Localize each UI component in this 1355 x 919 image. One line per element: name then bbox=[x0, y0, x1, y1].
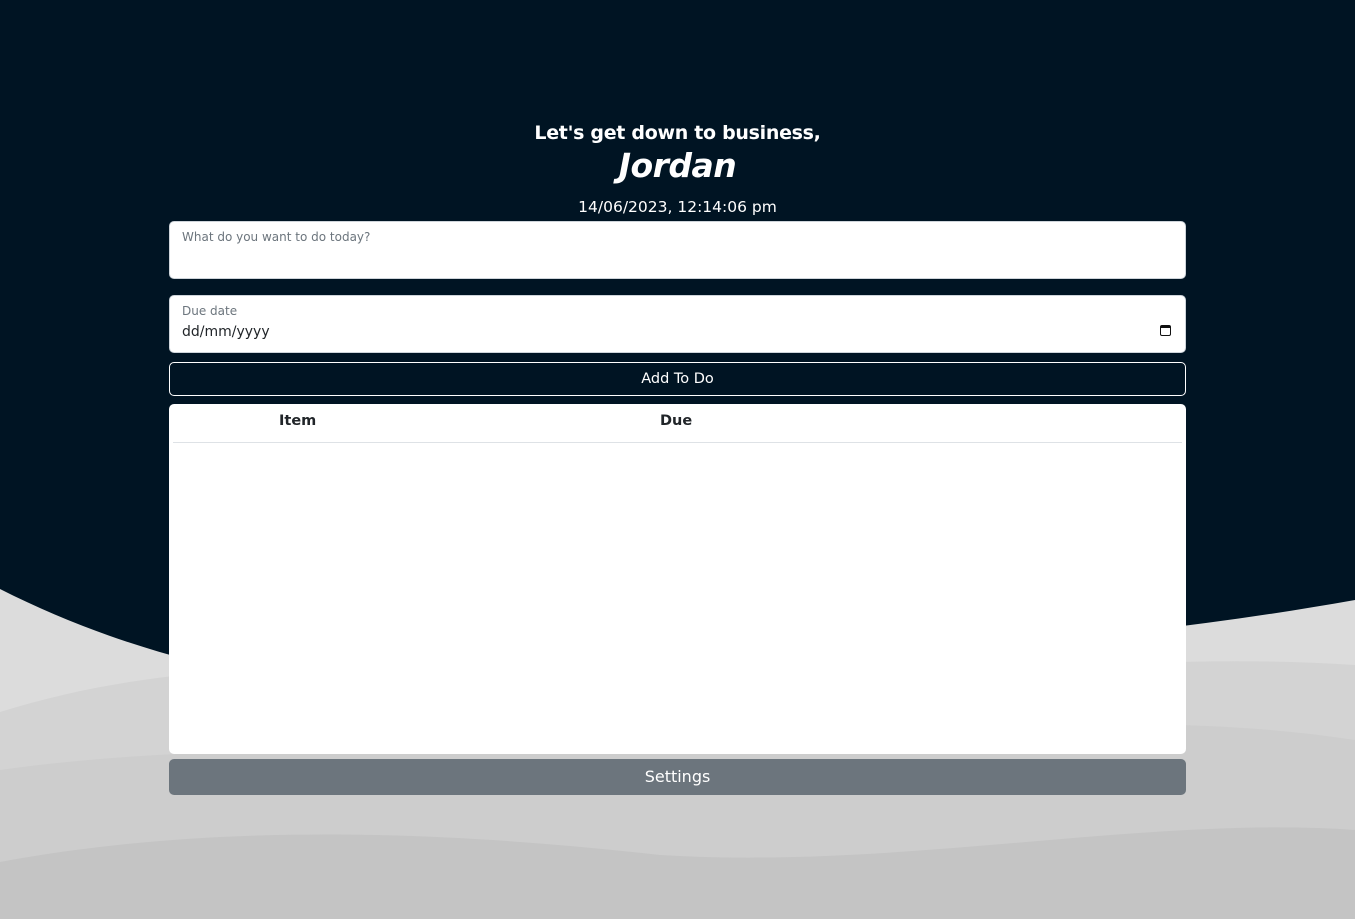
todo-table: Item Due bbox=[169, 404, 1186, 754]
table-header-row: Item Due bbox=[173, 404, 1182, 443]
calendar-icon[interactable] bbox=[1160, 325, 1171, 336]
greeting-text: Let's get down to business, bbox=[534, 122, 821, 144]
task-input-field[interactable]: What do you want to do today? bbox=[169, 221, 1186, 279]
task-input[interactable] bbox=[182, 250, 1173, 272]
current-datetime: 14/06/2023, 12:14:06 pm bbox=[578, 198, 777, 216]
column-header-item[interactable]: Item bbox=[279, 413, 316, 429]
due-date-input[interactable]: dd/mm/yyyy bbox=[182, 324, 270, 340]
task-input-label: What do you want to do today? bbox=[182, 230, 371, 244]
due-date-field[interactable]: Due date dd/mm/yyyy bbox=[169, 295, 1186, 353]
column-header-due[interactable]: Due bbox=[660, 413, 692, 429]
due-date-label: Due date bbox=[182, 304, 238, 318]
settings-button[interactable]: Settings bbox=[169, 759, 1186, 795]
add-todo-button[interactable]: Add To Do bbox=[169, 362, 1186, 396]
username: Jordan bbox=[618, 146, 737, 185]
